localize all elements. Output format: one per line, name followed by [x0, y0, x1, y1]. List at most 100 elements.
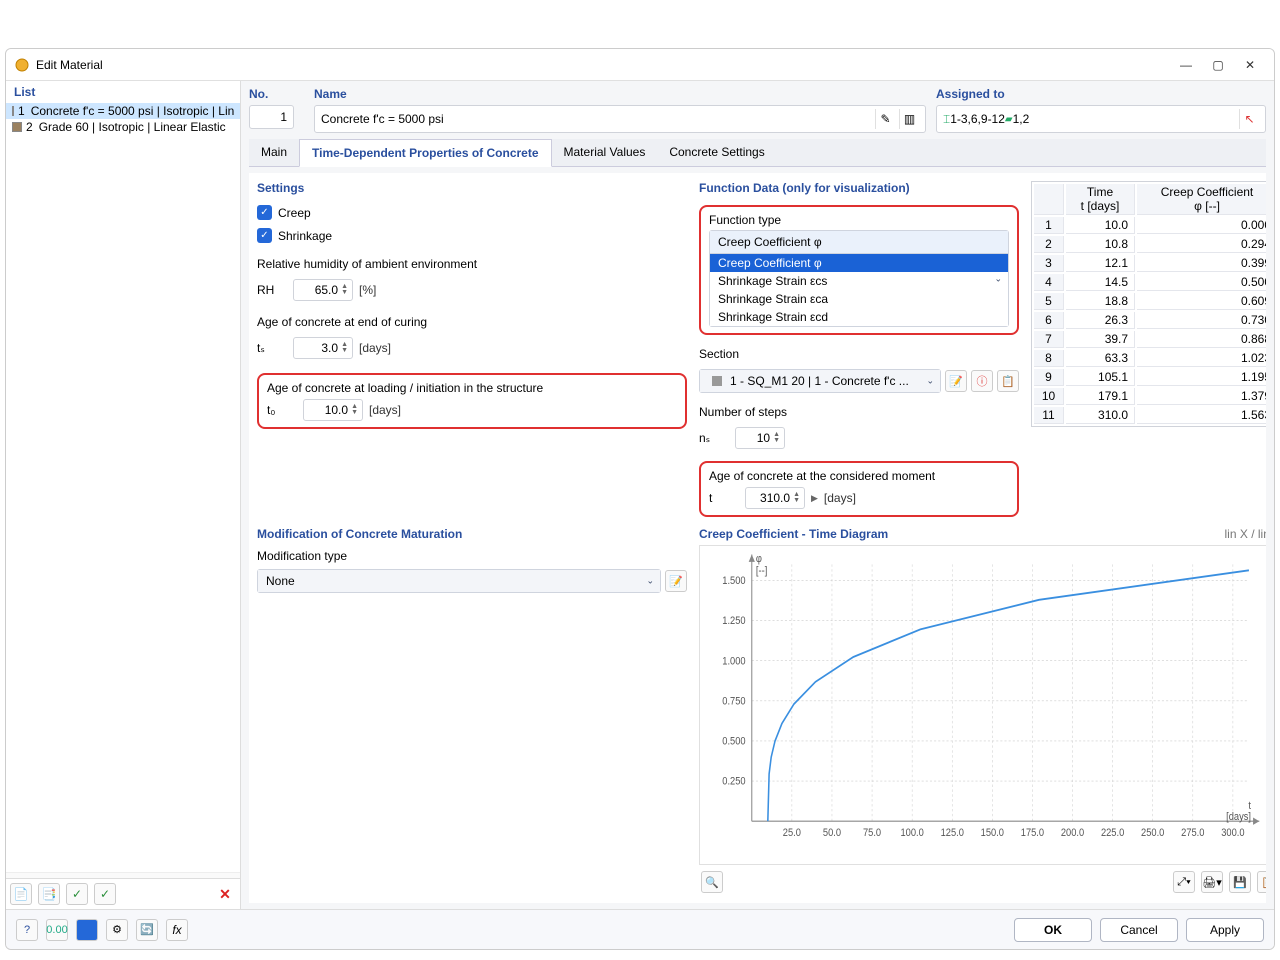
function-type-option[interactable]: Creep Coefficient φ	[710, 254, 1008, 272]
svg-text:125.0: 125.0	[941, 827, 965, 839]
svg-text:150.0: 150.0	[981, 827, 1005, 839]
function-type-highlight: Function type Creep Coefficient φ ⌄ Cree…	[699, 205, 1019, 335]
delete-item-button[interactable]: ✕	[214, 883, 236, 905]
chart-copy-button[interactable]: 📋	[1257, 871, 1266, 893]
section-dropdown[interactable]: 1 - SQ_M1 20 | 1 - Concrete f'c ... ⌄	[699, 369, 941, 393]
help-button[interactable]: ?	[16, 919, 38, 941]
rh-input[interactable]: 65.0▲▼	[293, 279, 353, 301]
svg-text:225.0: 225.0	[1101, 827, 1125, 839]
maximize-button[interactable]: ▢	[1202, 53, 1234, 77]
library-icon[interactable]: ▥	[899, 109, 919, 129]
chart-axes-button[interactable]: ⤢▾	[1173, 871, 1195, 893]
chart-print-button[interactable]: 🖨▾	[1201, 871, 1223, 893]
tab-concrete-settings[interactable]: Concrete Settings	[657, 139, 776, 166]
chevron-down-icon: ⌄	[926, 376, 934, 387]
assigned-label: Assigned to	[936, 87, 1266, 101]
assigned-input[interactable]: ⌶ 1-3,6,9-12 ▰ 1,2 ↖	[936, 105, 1266, 133]
function-type-option[interactable]: Shrinkage Strain εcd	[710, 308, 1008, 326]
tab-time-dependent-properties-of-concrete[interactable]: Time-Dependent Properties of Concrete	[299, 139, 552, 167]
footer: ? 0.00 ⚙ 🔄 fx OK Cancel Apply	[6, 909, 1274, 949]
table-row[interactable]: 739.70.868	[1034, 331, 1266, 348]
tool4-button[interactable]: ⚙	[106, 919, 128, 941]
table-row[interactable]: 863.31.023	[1034, 350, 1266, 367]
color-button[interactable]	[76, 919, 98, 941]
table-row[interactable]: 110.00.000	[1034, 217, 1266, 234]
creep-checkbox[interactable]: ✓Creep	[257, 205, 687, 220]
rh-unit: [%]	[359, 283, 376, 297]
tab-main[interactable]: Main	[249, 139, 299, 166]
ok-button[interactable]: OK	[1014, 918, 1092, 942]
no-input[interactable]: 1	[249, 105, 294, 129]
function-type-option[interactable]: Shrinkage Strain εca	[710, 290, 1008, 308]
chart-panel: Creep Coefficient - Time Diagram lin X /…	[699, 527, 1266, 895]
chart-export-button[interactable]: 💾	[1229, 871, 1251, 893]
apply-button[interactable]: Apply	[1186, 918, 1264, 942]
table-row[interactable]: 312.10.399	[1034, 255, 1266, 272]
table-row[interactable]: 626.30.730	[1034, 312, 1266, 329]
close-button[interactable]: ✕	[1234, 53, 1266, 77]
units-button[interactable]: 0.00	[46, 919, 68, 941]
edit-name-icon[interactable]: ✎	[875, 109, 895, 129]
material-list-item[interactable]: 2Grade 60 | Isotropic | Linear Elastic	[6, 119, 240, 135]
tabs: MainTime-Dependent Properties of Concret…	[249, 139, 1266, 167]
funcdata-title: Function Data (only for visualization)	[699, 181, 1019, 195]
age-input[interactable]: 310.0▲▼	[745, 487, 805, 509]
svg-text:75.0: 75.0	[863, 827, 881, 839]
age-unit: [days]	[824, 491, 856, 505]
shrinkage-checkbox[interactable]: ✓Shrinkage	[257, 228, 687, 243]
steps-input[interactable]: 10▲▼	[735, 427, 785, 449]
function-type-option[interactable]: Shrinkage Strain εcs	[710, 272, 1008, 290]
material-list-item[interactable]: 1Concrete f'c = 5000 psi | Isotropic | L…	[6, 103, 240, 119]
material-list-pane: List 1Concrete f'c = 5000 psi | Isotropi…	[6, 81, 241, 909]
check2-button[interactable]: ✓	[94, 883, 116, 905]
maturation-edit-button[interactable]: 📝	[665, 570, 687, 592]
ts-unit: [days]	[359, 341, 391, 355]
table-row[interactable]: 414.50.500	[1034, 274, 1266, 291]
section-edit-button[interactable]: 📝	[945, 370, 967, 392]
chart-axis-mode: lin X / lin Y	[1225, 527, 1266, 541]
check-button[interactable]: ✓	[66, 883, 88, 905]
minimize-button[interactable]: —	[1170, 53, 1202, 77]
svg-text:300.0: 300.0	[1221, 827, 1245, 839]
section-lib-button[interactable]: 📋	[997, 370, 1019, 392]
svg-text:φ: φ	[756, 553, 762, 565]
app-icon	[14, 57, 30, 73]
svg-text:0.750: 0.750	[722, 696, 746, 708]
ftype-label: Function type	[709, 213, 1009, 227]
settings-panel: Settings ✓Creep ✓Shrinkage Relative humi…	[257, 181, 687, 517]
svg-text:100.0: 100.0	[901, 827, 925, 839]
data-table-panel: Timet [days]Creep Coefficientφ [--] 110.…	[1031, 181, 1266, 517]
t0-input[interactable]: 10.0▲▼	[303, 399, 363, 421]
assign-pick-icon[interactable]: ↖	[1239, 109, 1259, 129]
t0-highlight: Age of concrete at loading / initiation …	[257, 373, 687, 429]
tool5-button[interactable]: 🔄	[136, 919, 158, 941]
settings-title: Settings	[257, 181, 687, 195]
section-info-button[interactable]: ⓘ	[971, 370, 993, 392]
ts-input[interactable]: 3.0▲▼	[293, 337, 353, 359]
maturation-panel: Modification of Concrete Maturation Modi…	[257, 527, 687, 895]
maturation-type-label: Modification type	[257, 549, 687, 563]
copy-item-button[interactable]: 📑	[38, 883, 60, 905]
table-row[interactable]: 9105.11.195	[1034, 369, 1266, 386]
function-type-dropdown[interactable]: Creep Coefficient φ ⌄ Creep Coefficient …	[709, 230, 1009, 327]
creep-chart: 0.2500.5000.7501.0001.2501.50025.050.075…	[699, 545, 1266, 865]
svg-text:275.0: 275.0	[1181, 827, 1205, 839]
table-row[interactable]: 10179.11.379	[1034, 388, 1266, 405]
age-sym: t	[709, 491, 739, 505]
table-row[interactable]: 210.80.294	[1034, 236, 1266, 253]
table-row[interactable]: 11310.01.563	[1034, 407, 1266, 424]
name-input[interactable]: Concrete f'c = 5000 psi ✎ ▥	[314, 105, 926, 133]
chevron-down-icon: ⌄	[646, 576, 654, 587]
titlebar: Edit Material — ▢ ✕	[6, 49, 1274, 81]
rh-sym: RH	[257, 283, 287, 297]
new-item-button[interactable]: 📄	[10, 883, 32, 905]
svg-text:1.250: 1.250	[722, 616, 746, 628]
table-row[interactable]: 518.80.609	[1034, 293, 1266, 310]
steps-sym: nₛ	[699, 431, 729, 445]
section-label: Section	[699, 347, 1019, 361]
tab-material-values[interactable]: Material Values	[552, 139, 658, 166]
cancel-button[interactable]: Cancel	[1100, 918, 1178, 942]
chart-zoom-button[interactable]: 🔍	[701, 871, 723, 893]
maturation-type-dropdown[interactable]: None ⌄	[257, 569, 661, 593]
tool6-button[interactable]: fx	[166, 919, 188, 941]
